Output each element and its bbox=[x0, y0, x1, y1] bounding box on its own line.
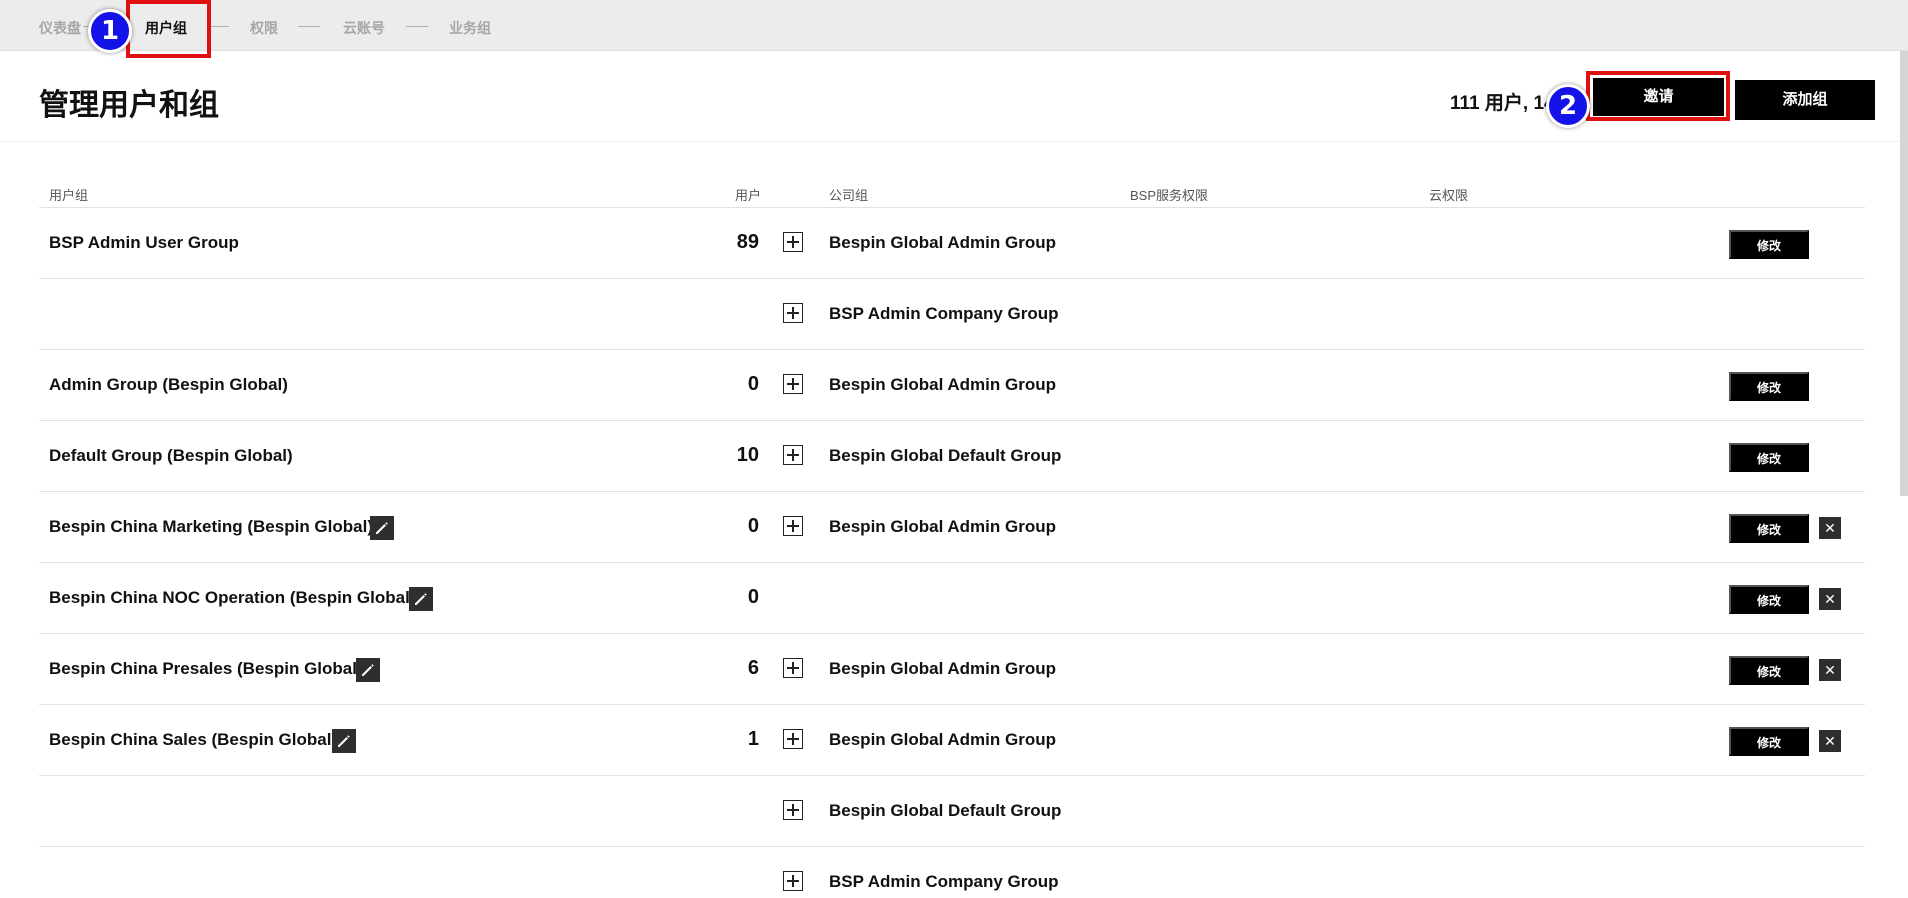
plus-square-icon[interactable] bbox=[783, 729, 803, 749]
company-group-name: Bespin Global Admin Group bbox=[829, 659, 1056, 678]
user-count: 6 bbox=[747, 657, 759, 679]
user-count: 0 bbox=[747, 373, 759, 395]
edit-button[interactable]: 修改 bbox=[1729, 230, 1809, 259]
table-row: BSP Admin User Group 89 Bespin Global Admi… bbox=[39, 207, 1865, 278]
pencil-icon[interactable] bbox=[370, 516, 394, 540]
nav-item-business-groups[interactable]: 业务组 bbox=[449, 18, 491, 38]
table-row: Default Group (Bespin Global) 10 Bespin Gl… bbox=[39, 420, 1865, 491]
plus-square-icon[interactable] bbox=[783, 658, 803, 678]
pencil-icon[interactable] bbox=[356, 658, 380, 682]
user-count-summary: 111 用户, 14 bbox=[1450, 93, 1555, 114]
top-navigation: 仪表盘 用户组 权限 云账号 业务组 bbox=[0, 0, 1908, 51]
group-name: Bespin China Marketing (Bespin Global) bbox=[49, 517, 373, 536]
step-marker-1: 1 bbox=[88, 9, 132, 53]
table-row: Admin Group (Bespin Global) 0 Bespin Globa… bbox=[39, 349, 1865, 420]
group-name: Admin Group (Bespin Global) bbox=[49, 375, 288, 394]
company-group-name: Bespin Global Default Group bbox=[829, 801, 1062, 820]
nav-separator bbox=[298, 26, 320, 27]
plus-square-icon[interactable] bbox=[783, 800, 803, 820]
plus-square-icon[interactable] bbox=[783, 871, 803, 891]
company-group-name: Bespin Global Admin Group bbox=[829, 517, 1056, 536]
edit-button[interactable]: 修改 bbox=[1729, 656, 1809, 685]
column-header-user-group: 用户组 bbox=[49, 188, 89, 203]
edit-button[interactable]: 修改 bbox=[1729, 514, 1809, 543]
edit-button[interactable]: 修改 bbox=[1729, 443, 1809, 472]
column-header-bsp-service-permission: BSP服务权限 bbox=[1130, 188, 1209, 203]
user-count: 89 bbox=[736, 231, 759, 253]
table-row: Bespin Global Default Group bbox=[39, 775, 1865, 846]
table-row: BSP Admin Company Group bbox=[39, 278, 1865, 349]
plus-square-icon[interactable] bbox=[783, 445, 803, 465]
close-icon[interactable]: ✕ bbox=[1819, 517, 1841, 539]
table-row: BSP Admin Company Group bbox=[39, 846, 1865, 898]
group-name: Default Group (Bespin Global) bbox=[49, 446, 293, 465]
company-group-name: BSP Admin Company Group bbox=[829, 872, 1059, 891]
nav-item-permissions[interactable]: 权限 bbox=[250, 18, 278, 38]
close-icon[interactable]: ✕ bbox=[1819, 730, 1841, 752]
table-row: Bespin China Sales (Bespin Global) 1 Bespi… bbox=[39, 704, 1865, 775]
nav-item-dashboard[interactable]: 仪表盘 bbox=[39, 18, 81, 38]
group-name: Bespin China NOC Operation (Bespin Globa… bbox=[49, 588, 416, 607]
scrollbar[interactable] bbox=[1900, 51, 1908, 496]
plus-square-icon[interactable] bbox=[783, 516, 803, 536]
pencil-icon[interactable] bbox=[409, 587, 433, 611]
company-group-name: Bespin Global Default Group bbox=[829, 446, 1062, 465]
plus-square-icon[interactable] bbox=[783, 374, 803, 394]
highlight-box-invite bbox=[1586, 71, 1730, 121]
step-marker-2: 2 bbox=[1546, 84, 1590, 128]
company-group-name: BSP Admin Company Group bbox=[829, 304, 1059, 323]
column-header-cloud-permission: 云权限 bbox=[1429, 188, 1469, 203]
column-header-company-group: 公司组 bbox=[829, 188, 869, 203]
edit-button[interactable]: 修改 bbox=[1729, 727, 1809, 756]
user-count: 0 bbox=[747, 586, 759, 608]
page-title: 管理用户和组 bbox=[39, 89, 219, 122]
pencil-icon[interactable] bbox=[332, 729, 356, 753]
group-name: BSP Admin User Group bbox=[49, 233, 239, 252]
group-name: Bespin China Sales (Bespin Global) bbox=[49, 730, 338, 749]
add-group-button[interactable]: 添加组 bbox=[1735, 80, 1875, 120]
nav-separator bbox=[406, 26, 428, 27]
group-name: Bespin China Presales (Bespin Global) bbox=[49, 659, 363, 678]
plus-square-icon[interactable] bbox=[783, 303, 803, 323]
user-count: 1 bbox=[747, 728, 759, 750]
company-group-name: Bespin Global Admin Group bbox=[829, 233, 1056, 252]
table-row: Bespin China NOC Operation (Bespin Globa… bbox=[39, 562, 1865, 633]
column-header-users: 用户 bbox=[735, 188, 762, 203]
highlight-box-user-groups bbox=[126, 0, 211, 58]
user-count: 10 bbox=[736, 444, 759, 466]
table-row: Bespin China Presales (Bespin Global) 6 Be… bbox=[39, 633, 1865, 704]
close-icon[interactable]: ✕ bbox=[1819, 588, 1841, 610]
edit-button[interactable]: 修改 bbox=[1729, 585, 1809, 614]
header-divider bbox=[0, 141, 1908, 142]
user-count: 0 bbox=[747, 515, 759, 537]
close-icon[interactable]: ✕ bbox=[1819, 659, 1841, 681]
plus-square-icon[interactable] bbox=[783, 232, 803, 252]
company-group-name: Bespin Global Admin Group bbox=[829, 375, 1056, 394]
company-group-name: Bespin Global Admin Group bbox=[829, 730, 1056, 749]
table-row: Bespin China Marketing (Bespin Global) 0 B… bbox=[39, 491, 1865, 562]
edit-button[interactable]: 修改 bbox=[1729, 372, 1809, 401]
nav-item-cloud-accounts[interactable]: 云账号 bbox=[343, 18, 385, 38]
